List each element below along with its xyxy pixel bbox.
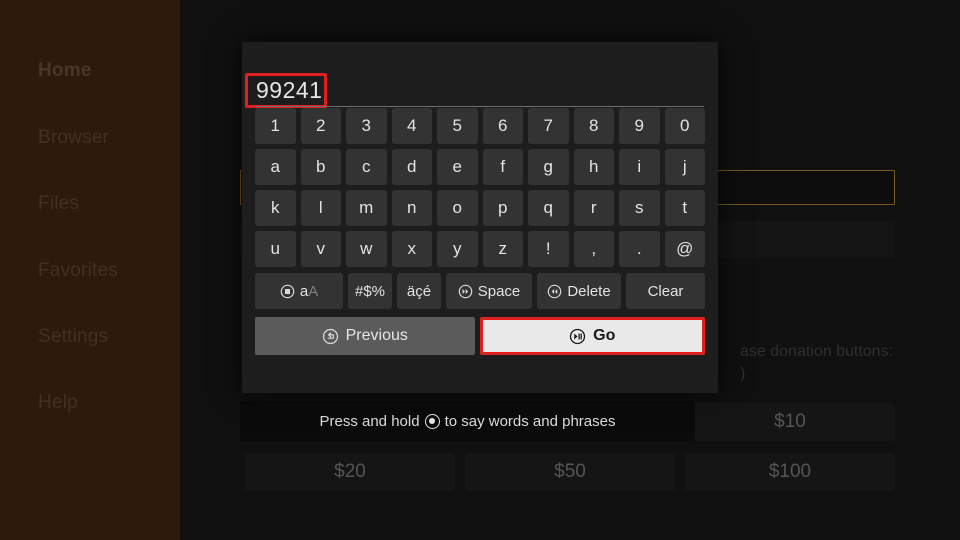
go-button-label: Go [593, 327, 616, 344]
donation-prompt-line2: ) [740, 365, 746, 382]
sidebar-item-home[interactable]: Home [38, 60, 92, 82]
voice-hint-bar: Press and hold to say words and phrases [240, 401, 695, 441]
sidebar-item-files[interactable]: Files [38, 193, 79, 215]
key-2[interactable]: 2 [300, 108, 341, 144]
key-toggle-case-label: aA [300, 283, 318, 300]
fast-forward-circle-icon [458, 284, 473, 299]
square-in-circle-icon [280, 284, 295, 299]
play-pause-circle-icon [569, 328, 586, 345]
key-h[interactable]: h [573, 149, 614, 185]
key-z[interactable]: z [482, 231, 523, 267]
key-9[interactable]: 9 [619, 108, 660, 144]
keyboard-row-digits: 1 2 3 4 5 6 7 8 9 0 [242, 108, 718, 144]
key-4[interactable]: 4 [391, 108, 432, 144]
keyboard-row-k-t: k l m n o p q r s t [242, 190, 718, 226]
key-7[interactable]: 7 [528, 108, 569, 144]
screen: Home Browser Files Favorites Settings He… [0, 0, 960, 540]
sidebar-item-help[interactable]: Help [38, 392, 78, 414]
previous-button-label: Previous [345, 327, 408, 344]
key-k[interactable]: k [255, 190, 296, 226]
key-delete[interactable]: Delete [537, 273, 621, 309]
onscreen-keyboard-dialog: 99241 1 2 3 4 5 6 7 8 9 0 a b c d e f g … [242, 42, 718, 393]
key-q[interactable]: q [528, 190, 569, 226]
donation-button-100[interactable]: $100 [685, 453, 895, 491]
key-e[interactable]: e [437, 149, 478, 185]
key-8[interactable]: 8 [573, 108, 614, 144]
key-r[interactable]: r [573, 190, 614, 226]
key-c[interactable]: c [346, 149, 387, 185]
key-l[interactable]: l [300, 190, 341, 226]
case-upper-label: A [308, 282, 319, 300]
key-v[interactable]: v [300, 231, 341, 267]
key-s[interactable]: s [619, 190, 660, 226]
key-a[interactable]: a [255, 149, 296, 185]
key-m[interactable]: m [346, 190, 387, 226]
donation-prompt-line1: ase donation buttons: [740, 343, 894, 360]
key-0[interactable]: 0 [664, 108, 705, 144]
key-1[interactable]: 1 [255, 108, 296, 144]
sidebar-item-settings[interactable]: Settings [38, 326, 108, 348]
back-circle-icon [322, 328, 339, 345]
key-3[interactable]: 3 [346, 108, 387, 144]
sidebar-item-browser[interactable]: Browser [38, 127, 109, 149]
input-underline [256, 106, 704, 107]
key-delete-label: Delete [567, 282, 611, 300]
previous-button[interactable]: Previous [255, 317, 475, 355]
key-6[interactable]: 6 [482, 108, 523, 144]
keyboard-action-row: Previous Go [242, 317, 718, 355]
keyboard-row-a-j: a b c d e f g h i j [242, 149, 718, 185]
go-button[interactable]: Go [479, 317, 705, 355]
key-w[interactable]: w [346, 231, 387, 267]
keyboard-input-row: 99241 [242, 42, 718, 108]
key-clear[interactable]: Clear [626, 273, 705, 309]
record-circle-icon [424, 413, 440, 429]
key-y[interactable]: y [437, 231, 478, 267]
key-space-label: Space [477, 282, 521, 300]
key-period[interactable]: . [619, 231, 660, 267]
key-toggle-case[interactable]: aA [255, 273, 343, 309]
key-exclamation[interactable]: ! [528, 231, 569, 267]
key-d[interactable]: d [391, 149, 432, 185]
key-at[interactable]: @ [664, 231, 705, 267]
key-o[interactable]: o [437, 190, 478, 226]
donation-button-20[interactable]: $20 [245, 453, 455, 491]
donation-button-50[interactable]: $50 [465, 453, 675, 491]
key-b[interactable]: b [300, 149, 341, 185]
key-5[interactable]: 5 [437, 108, 478, 144]
sidebar-item-favorites[interactable]: Favorites [38, 260, 118, 282]
voice-hint-text-after: to say words and phrases [444, 412, 616, 430]
sidebar: Home Browser Files Favorites Settings He… [0, 0, 180, 540]
donation-button-10[interactable]: $10 [685, 403, 895, 441]
key-f[interactable]: f [482, 149, 523, 185]
key-i[interactable]: i [619, 149, 660, 185]
key-accents[interactable]: äçé [397, 273, 441, 309]
case-lower-label: a [299, 282, 309, 300]
key-j[interactable]: j [664, 149, 705, 185]
search-input-focus-highlight [245, 73, 327, 108]
key-g[interactable]: g [528, 149, 569, 185]
key-n[interactable]: n [391, 190, 432, 226]
key-symbols[interactable]: #$% [348, 273, 392, 309]
rewind-circle-icon [547, 284, 562, 299]
key-space[interactable]: Space [446, 273, 532, 309]
key-x[interactable]: x [391, 231, 432, 267]
key-u[interactable]: u [255, 231, 296, 267]
key-p[interactable]: p [482, 190, 523, 226]
keyboard-row-u-at: u v w x y z ! , . @ [242, 231, 718, 267]
key-comma[interactable]: , [573, 231, 614, 267]
key-t[interactable]: t [664, 190, 705, 226]
voice-hint-text-before: Press and hold [319, 412, 420, 430]
keyboard-function-row: aA #$% äçé Space Delete Clear [242, 273, 718, 309]
